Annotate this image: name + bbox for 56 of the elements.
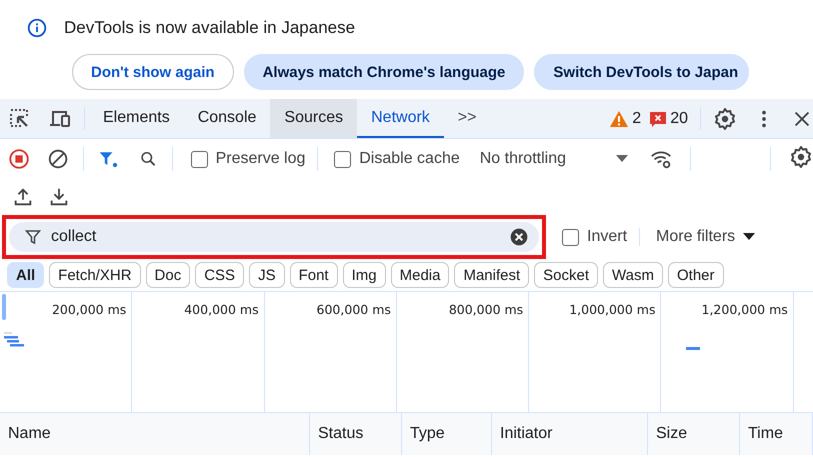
- checkbox-label: Disable cache: [359, 150, 460, 168]
- clear-icon[interactable]: [509, 227, 529, 247]
- column-header[interactable]: Initiator: [492, 413, 648, 455]
- caret-icon: [616, 155, 628, 163]
- infobar-button[interactable]: Don't show again: [72, 54, 234, 90]
- error-count[interactable]: 20: [670, 110, 688, 128]
- invert-checkbox[interactable]: [562, 228, 579, 246]
- filter-field[interactable]: collect: [9, 222, 539, 252]
- type-filter-chip[interactable]: All: [7, 262, 44, 288]
- download-icon[interactable]: [48, 186, 70, 208]
- time-tick-label: 1,000,000 ms: [569, 302, 656, 317]
- type-filter-chip[interactable]: Other: [668, 262, 724, 288]
- more-filters-dropdown[interactable]: More filters: [639, 228, 756, 246]
- filter-icon: [25, 229, 41, 245]
- disable-cache-checkbox[interactable]: [334, 150, 352, 168]
- type-filter-chip[interactable]: CSS: [195, 262, 244, 288]
- warning-icon: [609, 110, 630, 128]
- time-tick-label: 600,000 ms: [316, 302, 391, 317]
- checkbox-label: Invert: [587, 228, 628, 246]
- panel-tab[interactable]: Console: [184, 99, 270, 138]
- warning-count[interactable]: 2: [632, 110, 642, 128]
- column-header[interactable]: Name: [0, 413, 310, 455]
- column-header[interactable]: Status: [310, 413, 402, 455]
- network-settings-icon[interactable]: [788, 144, 813, 168]
- type-filter-chip[interactable]: JS: [249, 262, 285, 288]
- caret-icon: [743, 233, 756, 241]
- type-filter-chip[interactable]: Media: [390, 262, 450, 288]
- column-header[interactable]: Type: [402, 413, 492, 455]
- infobar-button[interactable]: Switch DevTools to Japan: [534, 54, 750, 90]
- type-filter-chip[interactable]: Manifest: [454, 262, 530, 288]
- throttling-dropdown[interactable]: No throttling: [480, 150, 628, 168]
- type-filter-chip[interactable]: Font: [290, 262, 338, 288]
- time-tick-label: 1,200,000 ms: [702, 302, 788, 317]
- type-filter-chip[interactable]: Wasm: [603, 262, 663, 288]
- time-tick-label: 400,000 ms: [184, 302, 259, 317]
- column-header[interactable]: Size: [648, 413, 740, 455]
- upload-icon[interactable]: [12, 186, 34, 208]
- more-tabs-button[interactable]: >>: [444, 99, 490, 138]
- type-filter-chip[interactable]: Socket: [534, 262, 598, 288]
- panel-tab[interactable]: Elements: [89, 99, 184, 138]
- type-filter-chip[interactable]: Img: [342, 262, 386, 288]
- infobar-button[interactable]: Always match Chrome's language: [244, 54, 524, 90]
- panel-tab[interactable]: Network: [357, 99, 444, 138]
- info-icon: [26, 17, 48, 39]
- panel-tab[interactable]: Sources: [270, 99, 358, 138]
- error-icon: [649, 110, 668, 128]
- info-message: DevTools is now available in Japanese: [64, 18, 356, 38]
- settings-icon[interactable]: [713, 106, 737, 130]
- preserve-log-checkbox[interactable]: [190, 150, 208, 168]
- time-tick-label: 200,000 ms: [52, 302, 126, 317]
- checkbox-label: Preserve log: [216, 150, 306, 168]
- type-filter-chip[interactable]: Doc: [146, 262, 190, 288]
- filter-text: collect: [51, 228, 98, 246]
- column-header[interactable]: Time: [740, 413, 813, 455]
- time-tick-label: 800,000 ms: [448, 302, 524, 317]
- type-filter-chip[interactable]: Fetch/XHR: [49, 262, 141, 288]
